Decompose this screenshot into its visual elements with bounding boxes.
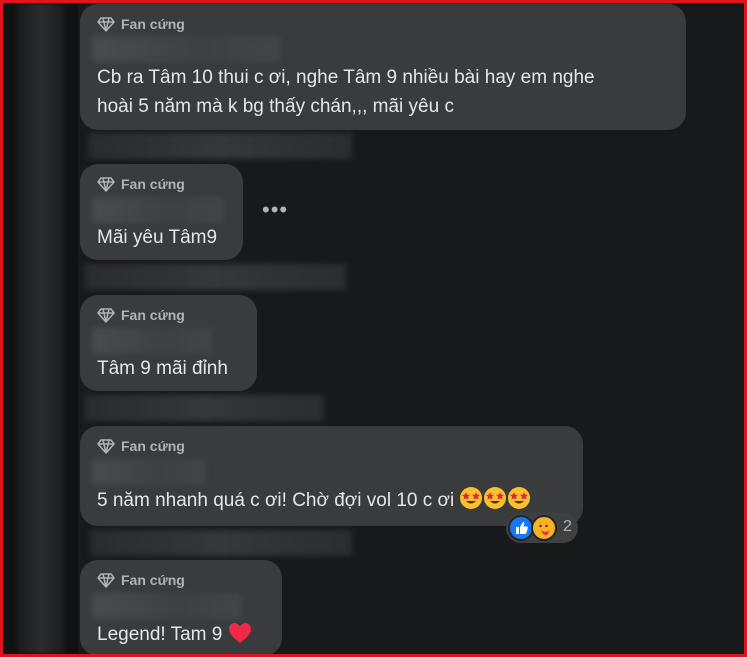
blurred-avatar-column xyxy=(17,3,65,654)
care-icon xyxy=(531,515,557,541)
comment-bubble: Fan cứng 5 năm nhanh quá c ơi! Chờ đợi v… xyxy=(80,426,583,526)
fan-badge: Fan cứng xyxy=(97,16,185,32)
reaction-summary[interactable]: 2 xyxy=(506,513,578,543)
diamond-icon xyxy=(97,16,115,32)
comment-text: 5 năm nhanh quá c ơi! Chờ đợi vol 10 c ơ… xyxy=(97,486,531,515)
reaction-count: 2 xyxy=(563,518,572,535)
star-struck-emoji xyxy=(484,487,507,509)
author-name[interactable] xyxy=(92,197,224,223)
badge-label: Fan cứng xyxy=(121,438,185,454)
comment-bubble: Fan cứng Mãi yêu Tâm9 xyxy=(80,164,243,260)
fan-badge: Fan cứng xyxy=(97,572,185,588)
comment-actions[interactable] xyxy=(84,264,346,290)
author-name[interactable] xyxy=(92,36,280,62)
comment-text: Tâm 9 mãi đỉnh xyxy=(97,358,228,379)
star-struck-emoji xyxy=(508,487,531,509)
diamond-icon xyxy=(97,176,115,192)
heart-icon xyxy=(228,623,251,643)
comment-bubble: Fan cứng Cb ra Tâm 10 thui c ơi, nghe Tâ… xyxy=(80,4,686,130)
badge-label: Fan cứng xyxy=(121,307,185,323)
fan-badge: Fan cứng xyxy=(97,176,185,192)
left-pane xyxy=(3,3,78,654)
comment-text: Mãi yêu Tâm9 xyxy=(97,227,218,248)
diamond-icon xyxy=(97,438,115,454)
star-struck-emoji xyxy=(460,487,483,509)
more-options-button[interactable]: ••• xyxy=(262,199,288,221)
author-name[interactable] xyxy=(92,459,206,485)
comment-text: Legend! Tam 9 xyxy=(97,620,252,649)
diamond-icon xyxy=(97,307,115,323)
comment-text: Cb ra Tâm 10 thui c ơi, nghe Tâm 9 nhiều… xyxy=(97,67,595,117)
comment-actions[interactable] xyxy=(90,530,352,556)
author-name[interactable] xyxy=(92,593,242,619)
comment-actions[interactable] xyxy=(84,395,324,421)
badge-label: Fan cứng xyxy=(121,572,185,588)
diamond-icon xyxy=(97,572,115,588)
comment-bubble: Fan cứng Legend! Tam 9 xyxy=(80,560,282,656)
author-name[interactable] xyxy=(92,328,212,354)
fan-badge: Fan cứng xyxy=(97,307,185,323)
badge-label: Fan cứng xyxy=(121,16,185,32)
fan-badge: Fan cứng xyxy=(97,438,185,454)
badge-label: Fan cứng xyxy=(121,176,185,192)
comment-actions[interactable] xyxy=(88,133,352,159)
comment-bubble: Fan cứng Tâm 9 mãi đỉnh xyxy=(80,295,257,391)
